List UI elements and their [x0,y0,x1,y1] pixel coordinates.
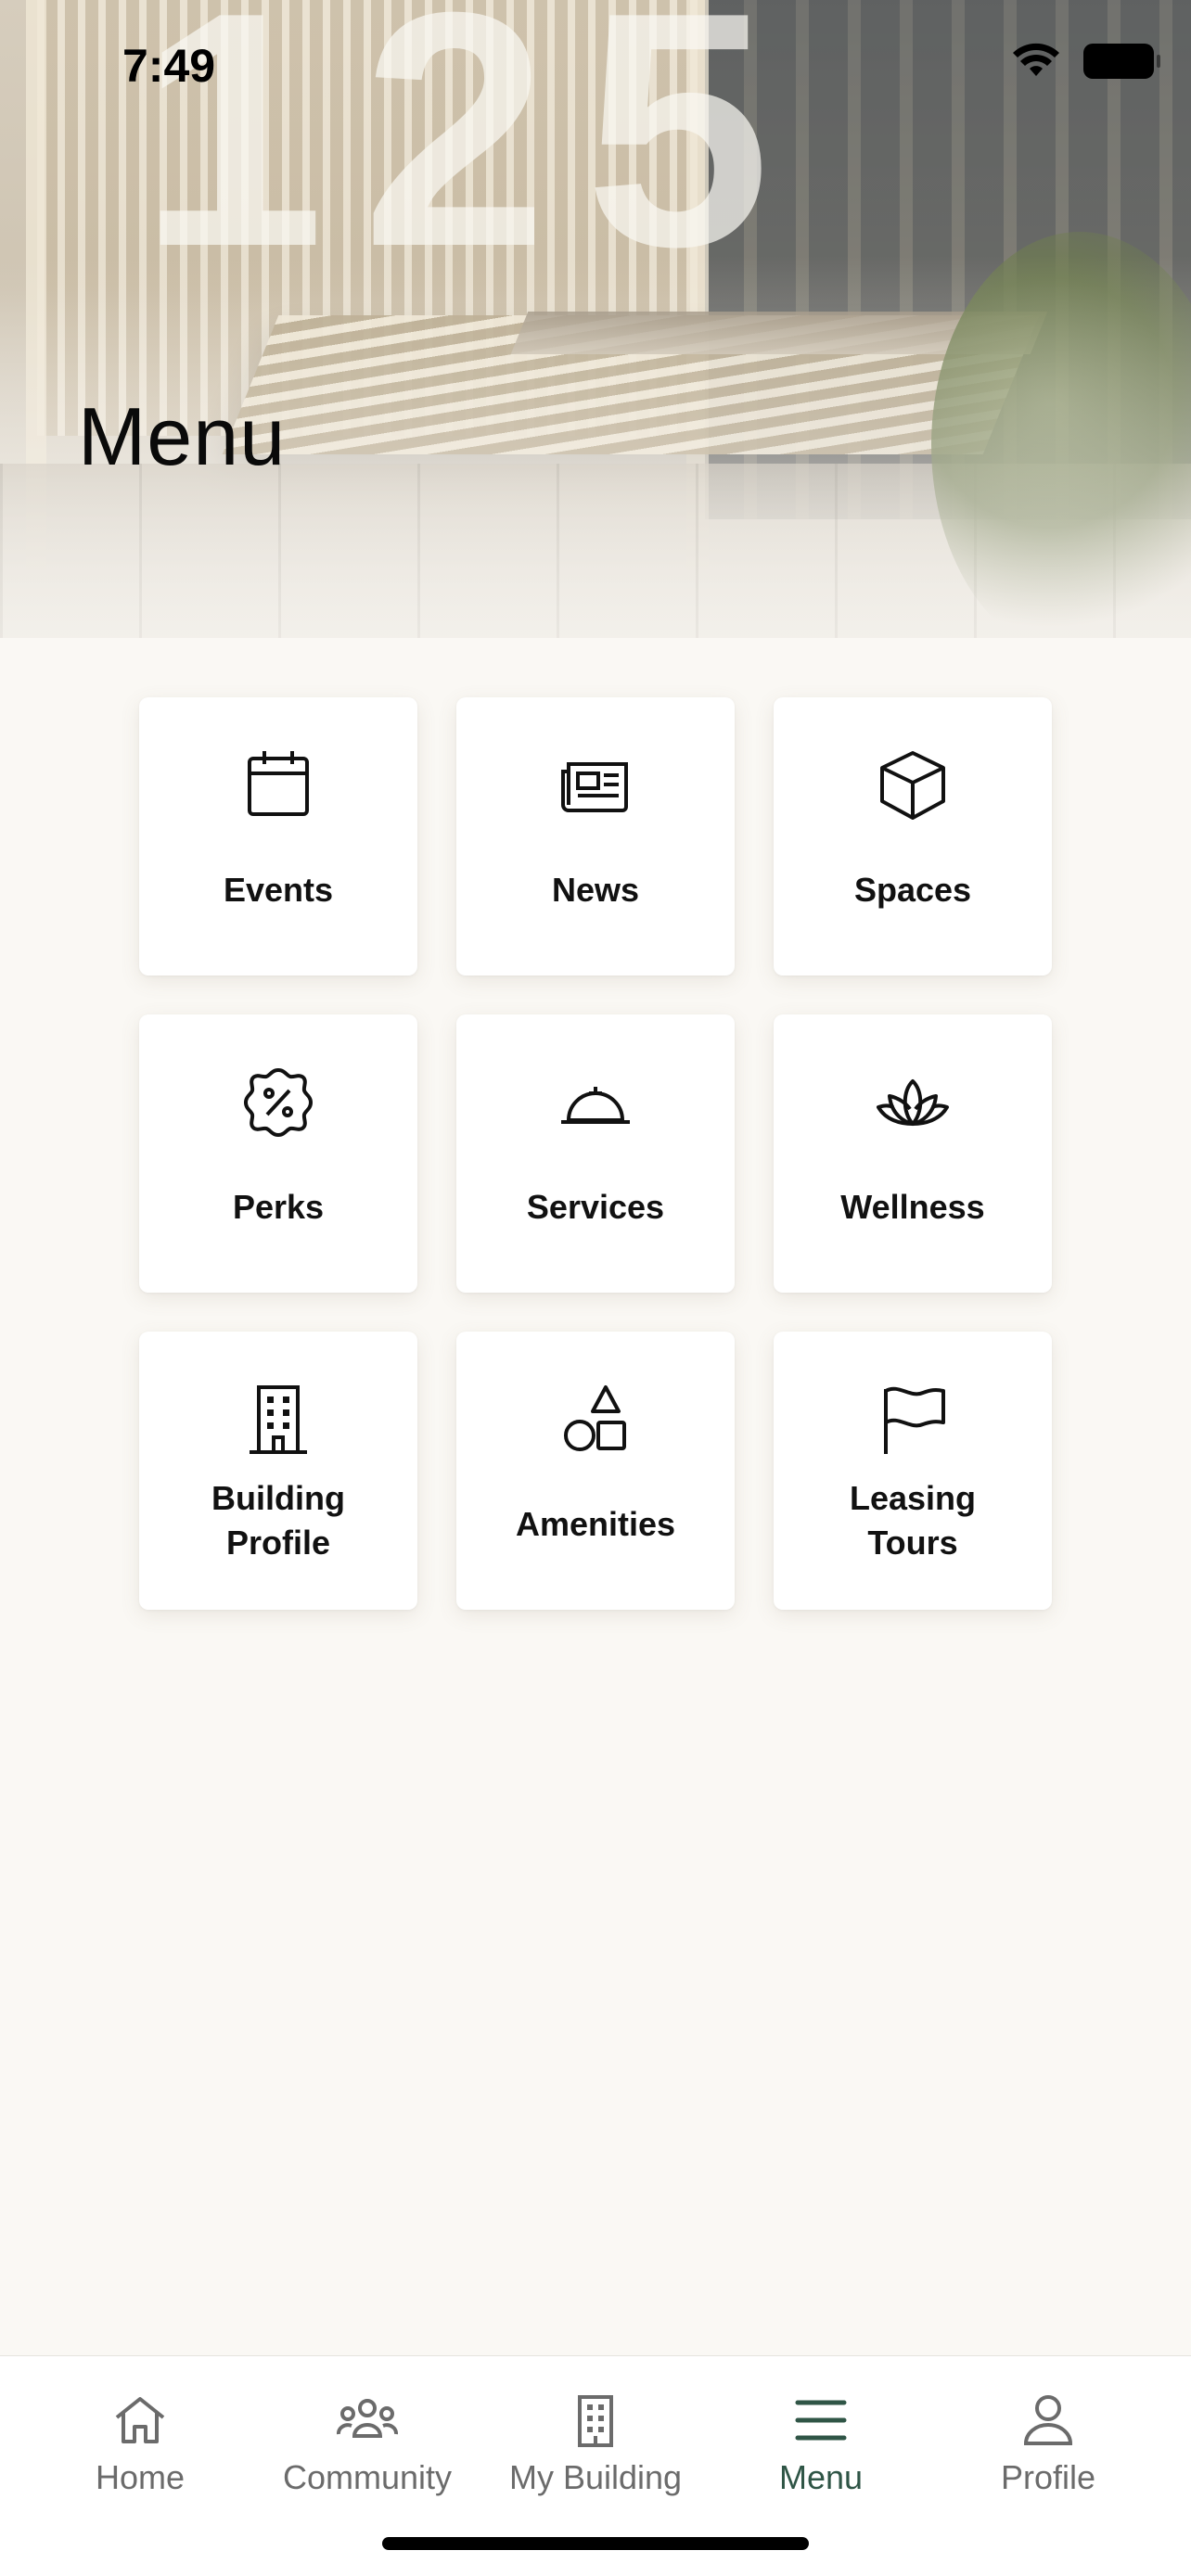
menu-tile-label: News [551,871,640,909]
cube-icon [871,744,954,827]
menu-tile-label: Spaces [853,871,972,909]
menu-tile-label: Wellness [840,1188,985,1226]
home-indicator [382,2537,809,2550]
flag-icon [871,1378,954,1461]
page-title: Menu [78,390,287,482]
wifi-icon [1013,43,1059,76]
status-time: 7:49 [122,40,216,92]
menu-tile-services[interactable]: Services [456,1014,735,1293]
percent-badge-icon [237,1061,320,1144]
menu-tile-label: Services [526,1188,665,1226]
menu-tile-wellness[interactable]: Wellness [774,1014,1052,1293]
tab-home[interactable]: Home [33,2390,247,2497]
menu-icon [790,2390,852,2451]
newspaper-icon [554,744,637,827]
tab-my-building[interactable]: My Building [489,2390,702,2497]
building-icon [565,2390,626,2451]
home-icon [109,2390,171,2451]
screen: 125 7:49 Menu [0,0,1191,2576]
menu-tile-perks[interactable]: Perks [139,1014,417,1293]
person-icon [1018,2390,1079,2451]
building-icon [237,1378,320,1461]
menu-tile-label: Perks [232,1188,325,1226]
menu-tile-news[interactable]: News [456,697,735,976]
menu-tile-label: Leasing Tours [849,1479,977,1562]
menu-tile-spaces[interactable]: Spaces [774,697,1052,976]
lotus-icon [871,1061,954,1144]
hero-image: 125 7:49 Menu [0,0,1191,638]
menu-tile-label: Events [223,871,334,909]
calendar-icon [237,744,320,827]
tab-community[interactable]: Community [261,2390,474,2497]
status-icons [1011,43,1160,80]
menu-tile-label: Building Profile [211,1479,345,1562]
service-bell-icon [554,1061,637,1144]
menu-tile-building-profile[interactable]: Building Profile [139,1332,417,1610]
menu-tile-events[interactable]: Events [139,697,417,976]
tab-profile[interactable]: Profile [941,2390,1155,2497]
shapes-icon [554,1378,637,1461]
menu-tile-label: Amenities [515,1505,676,1543]
tab-menu[interactable]: Menu [714,2390,928,2497]
menu-tile-amenities[interactable]: Amenities [456,1332,735,1610]
menu-tile-leasing-tours[interactable]: Leasing Tours [774,1332,1052,1610]
community-icon [337,2390,398,2451]
battery-icon [1083,44,1160,79]
menu-grid: Events News Spaces Perks Services Wellne… [139,697,1052,1610]
